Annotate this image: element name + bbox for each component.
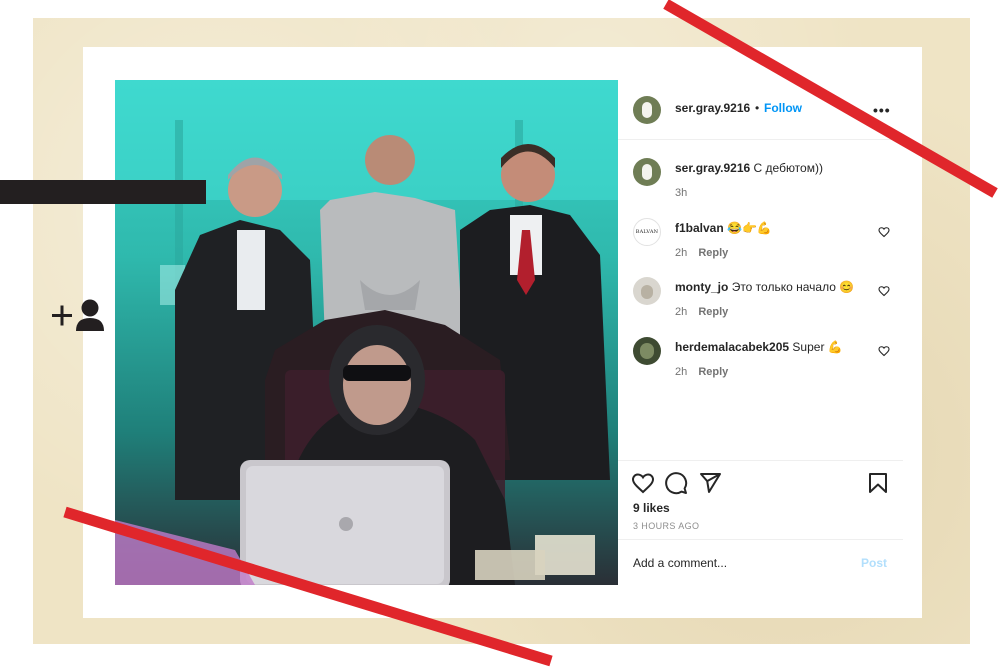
post-comment-button[interactable]: Post (861, 556, 887, 570)
reply-button[interactable]: Reply (698, 247, 728, 259)
author-avatar[interactable] (633, 96, 661, 124)
comment-text: Super 💪 (792, 340, 843, 354)
comment-username[interactable]: f1balvan (675, 221, 724, 235)
comment-text: Это только начало 😊 (731, 280, 855, 294)
add-comment-bar: Post (618, 539, 903, 587)
comment-icon[interactable] (664, 471, 688, 495)
author-username[interactable]: ser.gray.9216 (675, 101, 750, 115)
comment-age: 2h (675, 306, 688, 318)
comment-like-heart-icon[interactable] (878, 285, 890, 297)
comment-avatar[interactable] (633, 277, 661, 305)
decorative-black-bar (0, 180, 206, 204)
likes-count[interactable]: 9 likes (633, 501, 670, 515)
bookmark-icon[interactable] (866, 471, 890, 495)
post-photo (115, 80, 618, 585)
comment-age: 2h (675, 247, 688, 259)
post-actions: 9 likes 3 HOURS AGO Post (618, 460, 903, 586)
caption-text: С дебютом)) (753, 161, 823, 175)
post-timestamp: 3 HOURS AGO (633, 521, 700, 531)
comment-username[interactable]: monty_jo (675, 280, 728, 294)
caption-avatar[interactable] (633, 158, 661, 186)
comment-text: 😂👉💪 (727, 221, 772, 235)
heart-icon[interactable] (631, 471, 655, 495)
follow-button[interactable]: Follow (764, 101, 802, 115)
post-side-panel: ser.gray.9216 • Follow ••• ser.gray.9216… (618, 80, 903, 585)
follow-separator: • (755, 101, 760, 115)
share-icon[interactable] (698, 471, 722, 495)
caption-username[interactable]: ser.gray.9216 (675, 161, 750, 175)
comment-like-heart-icon[interactable] (878, 345, 890, 357)
comment-avatar[interactable] (633, 337, 661, 365)
reply-button[interactable]: Reply (698, 306, 728, 318)
add-user-icon (52, 299, 104, 331)
caption-age: 3h (675, 187, 688, 199)
reply-button[interactable]: Reply (698, 366, 728, 378)
more-icon[interactable]: ••• (873, 102, 891, 118)
comment-like-heart-icon[interactable] (878, 226, 890, 238)
post-header: ser.gray.9216 • Follow ••• (618, 80, 903, 140)
comment-age: 2h (675, 366, 688, 378)
comment-username[interactable]: herdemalacabek205 (675, 340, 789, 354)
comment-avatar[interactable]: BALVAN (633, 218, 661, 246)
avatar-logo-text: BALVAN (635, 229, 659, 235)
add-comment-input[interactable] (633, 556, 833, 570)
